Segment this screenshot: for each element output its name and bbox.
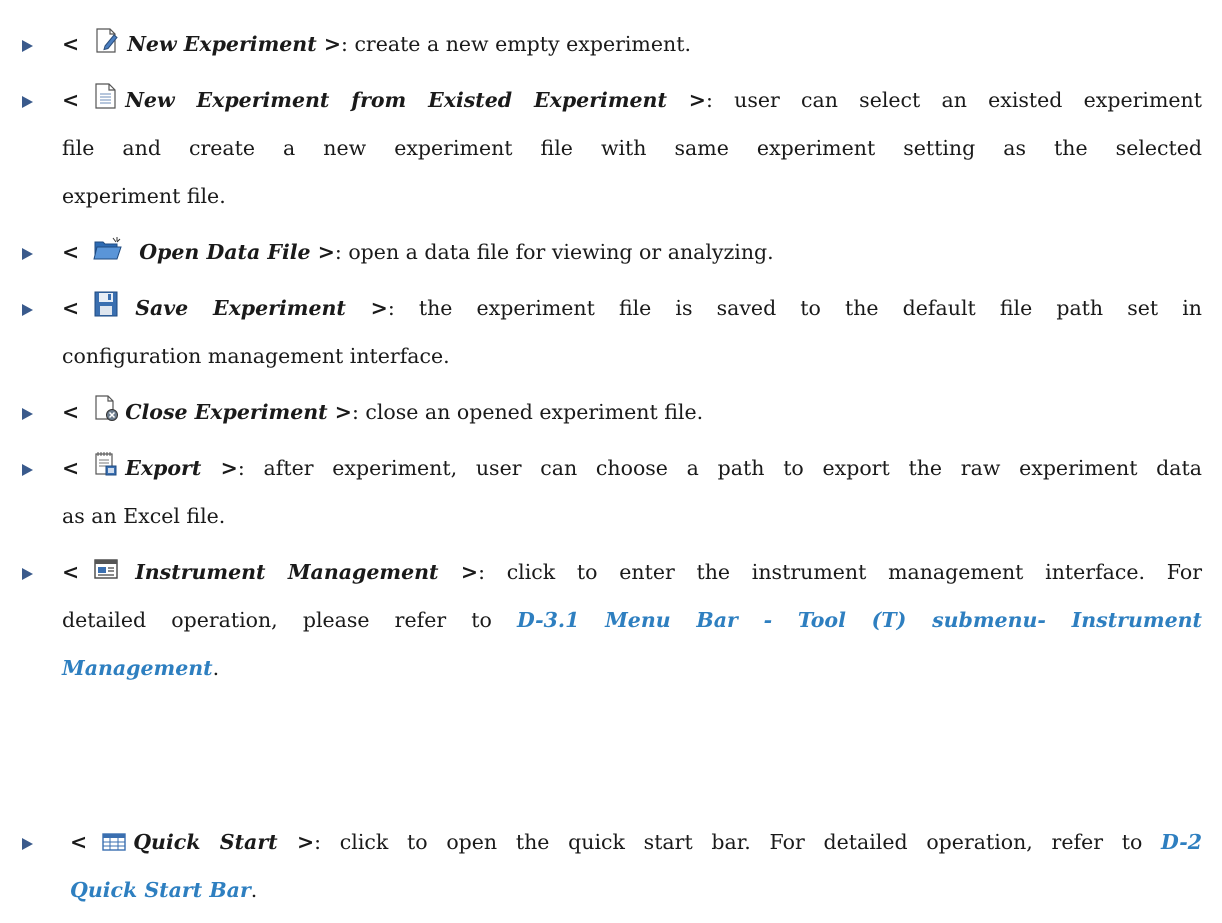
bullet-icon (22, 304, 33, 316)
document-page: < New Experiment >: create a new empty ex… (0, 0, 1222, 923)
bullet-icon (22, 408, 33, 420)
reference-link-tool-submenu[interactable]: D-3.1 Menu Bar - Tool (T) submenu- Instr… (517, 608, 1202, 632)
item-title: Quick Start (133, 830, 278, 854)
quick-start-grid-icon (101, 821, 127, 869)
new-document-pencil-icon (93, 23, 121, 71)
reference-link-instrument-management[interactable]: Management (62, 656, 213, 680)
item-title: New Experiment (127, 32, 317, 56)
item-title: Export (125, 456, 202, 480)
bullet-icon (22, 838, 33, 850)
instrument-window-icon (93, 551, 119, 599)
item-title: Open Data File (139, 240, 311, 264)
open-folder-icon (93, 231, 123, 279)
close-document-icon (93, 391, 119, 439)
item-title: Save Experiment (135, 296, 346, 320)
bullet-icon (22, 40, 33, 52)
bullet-icon (22, 96, 33, 108)
bullet-icon (22, 464, 33, 476)
bullet-icon (22, 568, 33, 580)
reference-link-d2[interactable]: D-2 (1161, 830, 1202, 854)
item-title: New Experiment from Existed Experiment (125, 88, 667, 112)
bullet-icon (22, 248, 33, 260)
reference-link-quick-start-bar[interactable]: Quick Start Bar (70, 878, 251, 902)
item-title: Instrument Management (135, 560, 439, 584)
document-lines-icon (93, 79, 119, 127)
export-document-icon (93, 447, 119, 495)
floppy-save-icon (93, 287, 119, 335)
item-title: Close Experiment (125, 400, 328, 424)
